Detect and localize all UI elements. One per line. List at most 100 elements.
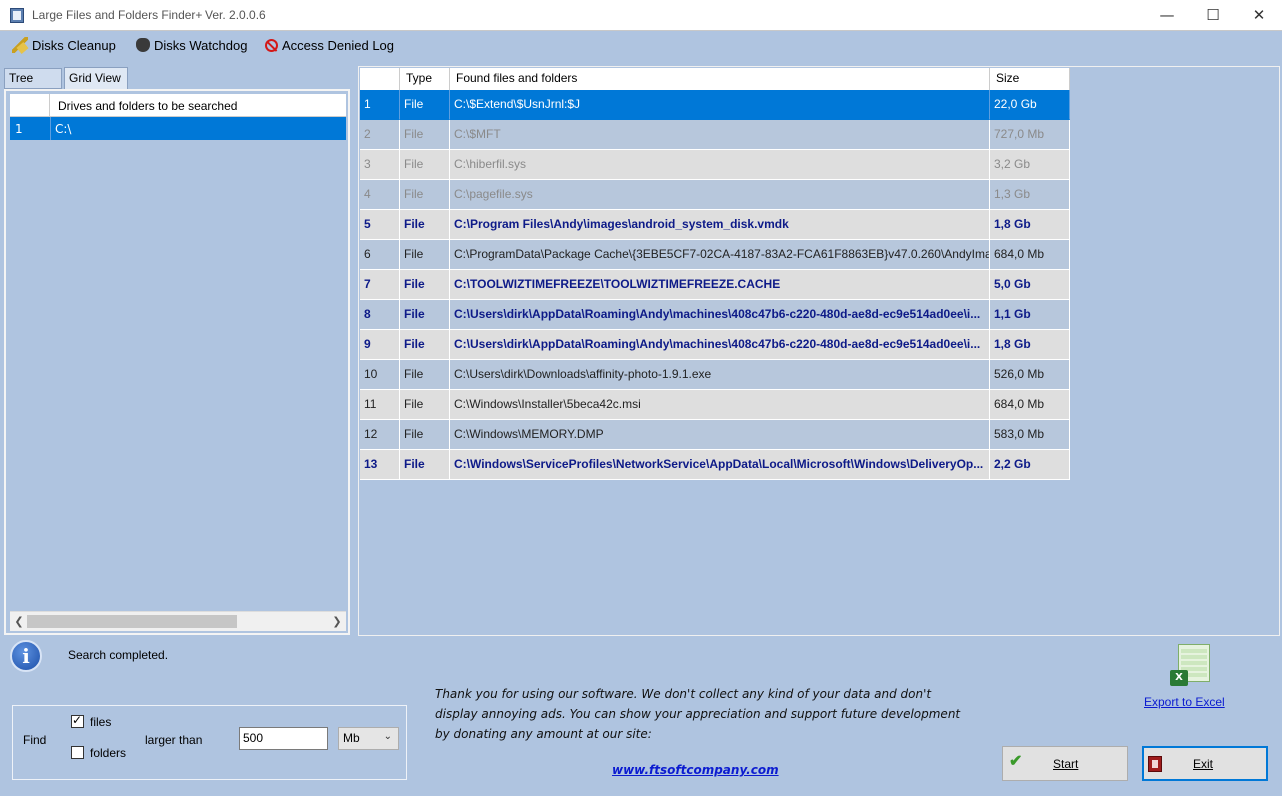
result-size: 2,2 Gb [990, 450, 1070, 480]
website-link[interactable]: www.ftsoftcompany.com [612, 763, 779, 777]
header-type[interactable]: Type [400, 68, 450, 90]
location-row[interactable]: 1 C:\ [10, 117, 346, 140]
scroll-left-icon[interactable]: ❮ [11, 614, 27, 630]
result-row[interactable]: 13 File C:\Windows\ServiceProfiles\Network… [360, 450, 1070, 480]
header-row-number [10, 94, 50, 117]
result-type: File [400, 150, 450, 180]
result-row[interactable]: 9 File C:\Users\dirk\AppData\Roaming\Andy\… [360, 330, 1070, 360]
locations-grid: Drives and folders to be searched 1 C:\ [10, 94, 346, 611]
row-number: 5 [360, 210, 400, 240]
result-type: File [400, 120, 450, 150]
size-unit-select[interactable]: Mb ⌄ [338, 727, 399, 750]
result-path: C:\TOOLWIZTIMEFREEZE\TOOLWIZTIMEFREEZE.C… [450, 270, 990, 300]
window-title: Large Files and Folders Finder+ [32, 8, 203, 22]
search-locations-panel: Drives and folders to be searched 1 C:\ … [4, 89, 350, 635]
result-path: C:\Windows\MEMORY.DMP [450, 420, 990, 450]
result-size: 684,0 Mb [990, 390, 1070, 420]
larger-than-label: larger than [145, 733, 203, 747]
excel-icon[interactable]: X [1170, 644, 1212, 688]
result-row[interactable]: 2 File C:\$MFT 727,0 Mb [360, 120, 1070, 150]
result-size: 1,8 Gb [990, 330, 1070, 360]
row-number: 3 [360, 150, 400, 180]
result-size: 526,0 Mb [990, 360, 1070, 390]
export-to-excel-link[interactable]: Export to Excel [1144, 695, 1225, 709]
result-row[interactable]: 8 File C:\Users\dirk\AppData\Roaming\Andy\… [360, 300, 1070, 330]
exit-door-icon [1148, 756, 1162, 772]
result-type: File [400, 270, 450, 300]
result-type: File [400, 360, 450, 390]
close-button[interactable]: ✕ [1236, 0, 1282, 31]
size-unit-value: Mb [343, 731, 360, 745]
result-size: 1,8 Gb [990, 210, 1070, 240]
menu-disks-cleanup[interactable]: Disks Cleanup [12, 36, 116, 54]
result-row[interactable]: 10 File C:\Users\dirk\Downloads\affinity-p… [360, 360, 1070, 390]
status-text: Search completed. [68, 648, 169, 662]
result-row[interactable]: 6 File C:\ProgramData\Package Cache\{3EBE5… [360, 240, 1070, 270]
menu-disks-watchdog[interactable]: Disks Watchdog [136, 36, 247, 54]
horizontal-scrollbar[interactable]: ❮ ❯ [10, 611, 346, 631]
result-row[interactable]: 4 File C:\pagefile.sys 1,3 Gb [360, 180, 1070, 210]
result-size: 684,0 Mb [990, 240, 1070, 270]
row-number: 1 [360, 90, 400, 120]
minimize-button[interactable]: — [1144, 0, 1190, 31]
row-number: 6 [360, 240, 400, 270]
result-path: C:\pagefile.sys [450, 180, 990, 210]
start-button[interactable]: ✔ Start [1002, 746, 1128, 781]
header-drives-folders: Drives and folders to be searched [58, 99, 238, 113]
cell-divider [50, 117, 51, 140]
exit-button[interactable]: Exit [1142, 746, 1268, 781]
scroll-right-icon[interactable]: ❯ [329, 614, 345, 630]
result-path: C:\Windows\ServiceProfiles\NetworkServic… [450, 450, 990, 480]
row-number: 1 [15, 122, 23, 136]
row-number: 11 [360, 390, 400, 420]
result-path: C:\Users\dirk\AppData\Roaming\Andy\machi… [450, 300, 990, 330]
result-size: 1,1 Gb [990, 300, 1070, 330]
result-path: C:\ProgramData\Package Cache\{3EBE5CF7-0… [450, 240, 990, 270]
result-path: C:\Windows\Installer\5beca42c.msi [450, 390, 990, 420]
menu-access-denied-log[interactable]: Access Denied Log [265, 36, 394, 54]
tab-tree-view[interactable]: Tree View [4, 68, 62, 104]
row-number: 4 [360, 180, 400, 210]
result-path: C:\$Extend\$UsnJrnl:$J [450, 90, 990, 120]
result-type: File [400, 240, 450, 270]
result-path: C:\Users\dirk\AppData\Roaming\Andy\machi… [450, 330, 990, 360]
size-threshold-input[interactable]: 500 [239, 727, 328, 750]
menu-label: Disks Cleanup [32, 37, 116, 53]
result-size: 727,0 Mb [990, 120, 1070, 150]
find-label: Find [23, 733, 47, 747]
window-version: Ver. 2.0.0.6 [205, 8, 266, 22]
result-type: File [400, 450, 450, 480]
title-bar: Large Files and Folders Finder+ Ver. 2.0… [0, 0, 1282, 31]
result-type: File [400, 180, 450, 210]
folders-label: folders [90, 746, 127, 760]
result-type: File [400, 90, 450, 120]
result-row[interactable]: 12 File C:\Windows\MEMORY.DMP 583,0 Mb [360, 420, 1070, 450]
row-number: 9 [360, 330, 400, 360]
result-path: C:\Program Files\Andy\images\android_sys… [450, 210, 990, 240]
header-found-files[interactable]: Found files and folders [450, 68, 990, 90]
result-row[interactable]: 11 File C:\Windows\Installer\5beca42c.msi 6… [360, 390, 1070, 420]
dog-icon [136, 38, 150, 52]
result-size: 5,0 Gb [990, 270, 1070, 300]
tab-grid-view[interactable]: Grid View [64, 67, 128, 90]
result-size: 583,0 Mb [990, 420, 1070, 450]
result-row[interactable]: 3 File C:\hiberfil.sys 3,2 Gb [360, 150, 1070, 180]
result-type: File [400, 330, 450, 360]
no-entry-icon [265, 38, 278, 52]
thanks-message: Thank you for using our software. We don… [435, 687, 961, 741]
files-checkbox[interactable] [71, 713, 84, 728]
row-number: 12 [360, 420, 400, 450]
header-size[interactable]: Size [990, 68, 1070, 90]
result-type: File [400, 300, 450, 330]
info-icon: i [10, 640, 42, 672]
result-row[interactable]: 7 File C:\TOOLWIZTIMEFREEZE\TOOLWIZTIMEFRE… [360, 270, 1070, 300]
checkmark-icon: ✔ [1009, 753, 1023, 770]
result-row[interactable]: 1 File C:\$Extend\$UsnJrnl:$J 22,0 Gb [360, 90, 1070, 120]
start-label: Start [1053, 757, 1079, 771]
results-grid-area: Type Found files and folders Size 1 File C… [358, 66, 1280, 636]
maximize-button[interactable]: ☐ [1190, 0, 1236, 31]
scroll-thumb[interactable] [27, 615, 237, 628]
folders-checkbox[interactable] [71, 746, 84, 759]
broom-icon [12, 37, 28, 53]
result-row[interactable]: 5 File C:\Program Files\Andy\images\androi… [360, 210, 1070, 240]
